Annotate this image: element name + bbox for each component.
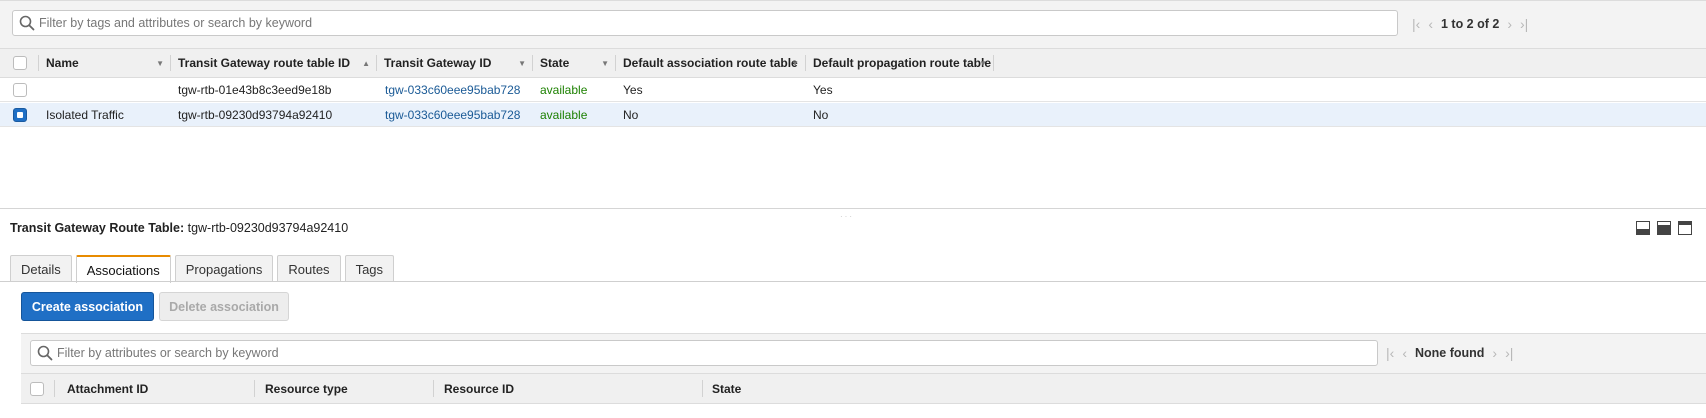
column-header-label: Transit Gateway route table ID: [178, 56, 351, 70]
associations-pager: |‹ ‹ None found › ›|: [1386, 345, 1513, 361]
cell-rtb-id: tgw-rtb-01e43b8c3eed9e18b: [178, 83, 332, 97]
tab-propagations[interactable]: Propagations: [174, 255, 274, 282]
sort-icon: ▼: [601, 58, 609, 68]
tab-underline: [0, 281, 1706, 282]
column-header-attachment-id[interactable]: Attachment ID: [67, 374, 227, 403]
layout-split-icon[interactable]: [1657, 221, 1671, 235]
column-divider: [38, 55, 39, 71]
column-header-state[interactable]: State ▼: [540, 49, 615, 77]
column-header-state[interactable]: State: [712, 374, 872, 403]
column-divider: [54, 380, 55, 397]
splitter-grip-icon[interactable]: ···: [840, 212, 854, 221]
top-pager-text: 1 to 2 of 2: [1440, 17, 1500, 31]
prev-page-icon[interactable]: ‹: [1428, 16, 1433, 32]
first-page-icon[interactable]: |‹: [1386, 345, 1394, 361]
next-page-icon[interactable]: ›: [1492, 345, 1497, 361]
associations-filter-bar: |‹ ‹ None found › ›|: [21, 333, 1706, 373]
cell-state: available: [540, 83, 588, 97]
cell-tgw-id-link[interactable]: tgw-033c60eee95bab728: [385, 103, 520, 127]
layout-bottom-icon[interactable]: [1636, 221, 1650, 235]
associations-search-box[interactable]: [30, 340, 1378, 366]
column-header-default-propagation[interactable]: Default propagation route table ▼: [813, 49, 993, 77]
select-all-checkbox[interactable]: [13, 56, 27, 70]
column-header-resource-id[interactable]: Resource ID: [444, 374, 604, 403]
tab-associations[interactable]: Associations: [75, 255, 171, 283]
detail-tabs: Details Associations Propagations Routes…: [10, 255, 398, 283]
layout-toggle-group: [1636, 221, 1692, 235]
column-divider: [376, 55, 377, 71]
associations-table-header: Attachment ID Resource type Resource ID …: [21, 373, 1706, 404]
associations-pager-text: None found: [1414, 346, 1485, 360]
column-header-resource-type[interactable]: Resource type: [265, 374, 425, 403]
column-header-tgw-id[interactable]: Transit Gateway ID ▼: [384, 49, 532, 77]
last-page-icon[interactable]: ›|: [1505, 345, 1513, 361]
row-checkbox-checked[interactable]: [13, 108, 27, 122]
column-header-label: Default association route table: [623, 56, 798, 70]
top-pager: |‹ ‹ 1 to 2 of 2 › ›|: [1412, 16, 1528, 32]
column-header-default-association[interactable]: Default association route table ▼: [623, 49, 805, 77]
pane-splitter[interactable]: [0, 208, 1706, 209]
sort-icon: ▼: [791, 58, 799, 68]
next-page-icon[interactable]: ›: [1507, 16, 1512, 32]
cell-default-association: Yes: [623, 83, 643, 97]
tab-routes[interactable]: Routes: [277, 255, 341, 282]
column-header-name[interactable]: Name ▼: [46, 49, 170, 77]
cell-default-propagation: Yes: [813, 83, 833, 97]
top-search-box[interactable]: [12, 10, 1398, 36]
column-header-label: Name: [46, 56, 79, 70]
column-divider: [805, 55, 806, 71]
cell-default-propagation: No: [813, 108, 829, 122]
column-divider: [532, 55, 533, 71]
table-row-selected[interactable]: Isolated Traffic tgw-rtb-09230d93794a924…: [0, 103, 1706, 127]
associations-search-input[interactable]: [57, 343, 1357, 363]
top-filter-bar: |‹ ‹ 1 to 2 of 2 › ›|: [0, 0, 1706, 48]
cell-tgw-id-link[interactable]: tgw-033c60eee95bab728: [385, 78, 520, 102]
detail-title-value: tgw-rtb-09230d93794a92410: [187, 221, 349, 235]
column-divider: [433, 380, 434, 397]
table-row[interactable]: tgw-rtb-01e43b8c3eed9e18b tgw-033c60eee9…: [0, 78, 1706, 102]
last-page-icon[interactable]: ›|: [1520, 16, 1528, 32]
sort-icon: ▲: [362, 58, 370, 68]
delete-association-button: Delete association: [159, 292, 289, 321]
cell-name: Isolated Traffic: [46, 108, 124, 122]
column-divider: [615, 55, 616, 71]
top-search-input[interactable]: [39, 13, 1379, 33]
sort-icon: ▼: [518, 58, 526, 68]
cell-state: available: [540, 108, 588, 122]
row-checkbox[interactable]: [13, 83, 27, 97]
detail-title-label: Transit Gateway Route Table:: [10, 221, 185, 235]
tab-tags[interactable]: Tags: [344, 255, 395, 282]
tab-details[interactable]: Details: [10, 255, 72, 282]
column-divider: [254, 380, 255, 397]
column-divider: [993, 55, 994, 71]
column-header-label: Transit Gateway ID: [384, 56, 492, 70]
column-header-label: Default propagation route table: [813, 56, 992, 70]
column-header-rtb-id[interactable]: Transit Gateway route table ID ▲: [178, 49, 376, 77]
detail-title: Transit Gateway Route Table: tgw-rtb-092…: [10, 221, 348, 235]
column-header-label: State: [540, 56, 570, 70]
layout-full-icon[interactable]: [1678, 221, 1692, 235]
cell-rtb-id: tgw-rtb-09230d93794a92410: [178, 108, 333, 122]
table-header: Name ▼ Transit Gateway route table ID ▲ …: [0, 48, 1706, 78]
create-association-button[interactable]: Create association: [21, 292, 154, 321]
search-icon: [37, 345, 53, 361]
column-divider: [702, 380, 703, 397]
cell-default-association: No: [623, 108, 639, 122]
sort-icon: ▼: [156, 58, 164, 68]
search-icon: [19, 15, 35, 31]
column-divider: [170, 55, 171, 71]
select-all-checkbox[interactable]: [30, 382, 44, 396]
first-page-icon[interactable]: |‹: [1412, 16, 1420, 32]
prev-page-icon[interactable]: ‹: [1402, 345, 1407, 361]
sort-icon: ▼: [979, 58, 987, 68]
